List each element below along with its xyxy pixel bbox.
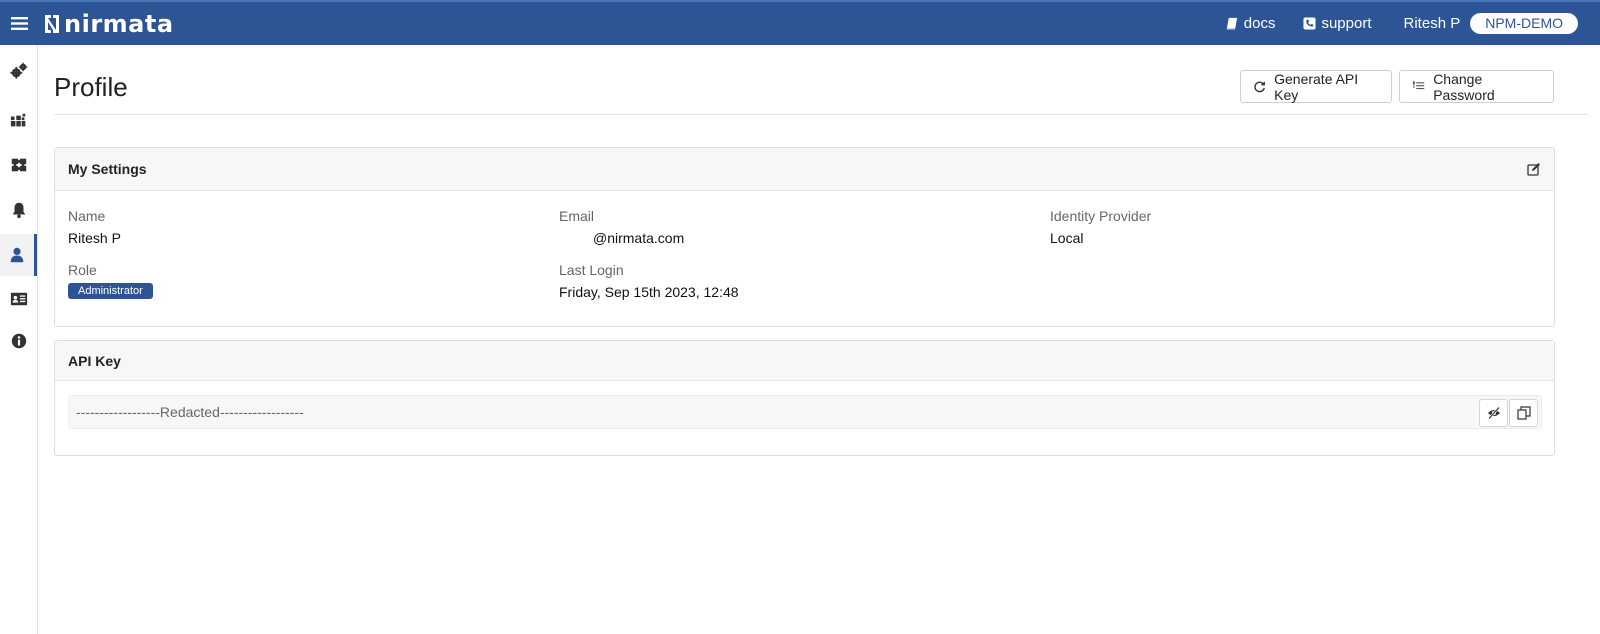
sidebar-item-settings[interactable] (0, 50, 37, 92)
main-content: Profile Generate API Key Change Password… (38, 45, 1600, 634)
generate-api-key-label: Generate API Key (1274, 70, 1359, 103)
last-login-value: Friday, Sep 15th 2023, 12:48 (559, 284, 739, 300)
user-icon (10, 247, 24, 263)
identity-provider-value: Local (1050, 230, 1084, 246)
support-link[interactable]: support (1303, 15, 1372, 32)
sidebar-item-alerts[interactable] (0, 189, 37, 231)
copy-button[interactable] (1509, 399, 1538, 427)
api-key-row: ------------------Redacted--------------… (68, 395, 1542, 429)
identity-provider-label: Identity Provider (1050, 208, 1152, 224)
name-label: Name (68, 208, 106, 224)
docs-link[interactable]: docs (1226, 15, 1276, 32)
role-field: Role Administrator (68, 262, 153, 299)
book-icon (1226, 17, 1237, 30)
phone-icon (1303, 17, 1317, 30)
page-title: Profile (54, 72, 128, 102)
nirmata-logo[interactable]: nirmata (42, 2, 174, 45)
left-sidebar (0, 45, 38, 634)
api-key-panel: API Key ------------------Redacted------… (54, 340, 1555, 456)
sidebar-item-info[interactable] (0, 320, 37, 362)
api-key-value: ------------------Redacted--------------… (76, 404, 304, 420)
hamburger-icon[interactable] (0, 2, 38, 45)
sidebar-item-account[interactable] (0, 278, 37, 320)
my-settings-title: My Settings (68, 161, 147, 177)
name-value: Ritesh P (68, 230, 121, 246)
nirmata-logo-icon (45, 14, 59, 33)
toggle-visibility-button[interactable] (1479, 399, 1508, 427)
email-field: Email @nirmata.com (559, 208, 684, 246)
email-value: @nirmata.com (593, 230, 685, 246)
edit-icon[interactable] (1527, 162, 1541, 176)
sidebar-item-profile[interactable] (0, 234, 37, 276)
copy-icon (1516, 406, 1531, 420)
eye-slash-icon (1487, 406, 1500, 420)
last-login-field: Last Login Friday, Sep 15th 2023, 12:48 (559, 262, 739, 300)
docs-link-label: docs (1243, 15, 1276, 32)
change-password-label: Change Password (1433, 70, 1495, 103)
my-settings-panel: My Settings Name Ritesh P Email @nirmata… (54, 147, 1555, 327)
cubes-icon (10, 113, 25, 127)
api-key-header: API Key (55, 341, 1554, 381)
sidebar-item-policies[interactable] (0, 144, 37, 186)
role-badge: Administrator (68, 283, 153, 299)
identity-provider-field: Identity Provider Local (1050, 208, 1151, 246)
api-key-title: API Key (68, 352, 121, 369)
info-icon (11, 333, 26, 349)
name-field: Name Ritesh P (68, 208, 121, 246)
role-label: Role (68, 262, 97, 278)
change-password-button[interactable]: Change Password (1399, 70, 1554, 103)
title-divider (54, 114, 1588, 115)
puzzle-icon (11, 158, 26, 172)
logo-text: nirmata (64, 9, 174, 38)
gears-icon (9, 62, 27, 79)
my-settings-header: My Settings (55, 148, 1554, 191)
bell-icon (12, 202, 25, 219)
refresh-icon (1254, 81, 1265, 92)
password-icon (1412, 80, 1425, 89)
support-link-label: support (1321, 15, 1372, 32)
generate-api-key-button[interactable]: Generate API Key (1240, 70, 1392, 103)
email-label: Email (559, 208, 595, 224)
id-card-icon (10, 292, 27, 306)
last-login-label: Last Login (559, 262, 624, 278)
top-navbar: nirmata docs support Ritesh P NPM-DEMO (0, 0, 1600, 45)
sidebar-item-clusters[interactable] (0, 100, 37, 142)
user-name[interactable]: Ritesh P (1404, 15, 1461, 32)
org-selector[interactable]: NPM-DEMO (1470, 13, 1578, 34)
